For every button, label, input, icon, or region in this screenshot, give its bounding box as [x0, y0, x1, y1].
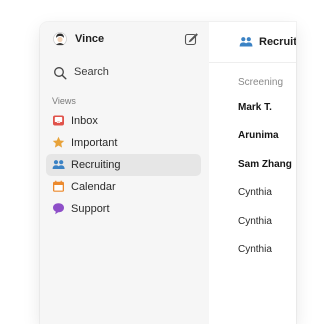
sidebar-item-support[interactable]: Support — [46, 198, 201, 220]
sidebar-item-label: Calendar — [71, 181, 116, 193]
user-row[interactable]: Vince — [40, 22, 209, 58]
sidebar-item-inbox[interactable]: Inbox — [46, 110, 201, 132]
sidebar-item-label: Important — [71, 137, 118, 149]
inbox-icon — [53, 115, 64, 126]
sidebar-item-recruiting[interactable]: Recruiting — [46, 154, 201, 176]
group-label-screening: Screening — [238, 77, 284, 88]
page-title: Recruiting — [259, 36, 296, 48]
search-button[interactable]: Search — [48, 62, 200, 84]
main-header: Recruiting — [209, 22, 296, 62]
conversation-list-pane: Recruiting Screening Mark T. Arunima Sam… — [209, 22, 296, 324]
team-icon — [52, 160, 65, 169]
star-icon — [52, 136, 65, 148]
sidebar-item-calendar[interactable]: Calendar — [46, 176, 201, 198]
sidebar: Vince Search Views Inbox Important Recru… — [40, 22, 209, 324]
sidebar-item-label: Inbox — [71, 115, 98, 127]
calendar-icon — [53, 180, 64, 192]
avatar-icon — [53, 32, 67, 46]
search-icon — [54, 67, 67, 80]
conversation-row[interactable]: Mark T. — [238, 102, 272, 113]
conversation-row[interactable]: Cynthia — [238, 244, 272, 255]
sidebar-item-important[interactable]: Important — [46, 132, 201, 154]
chat-bubble-icon — [53, 203, 64, 215]
conversation-row[interactable]: Cynthia — [238, 216, 272, 227]
search-label: Search — [74, 66, 109, 78]
sidebar-item-label: Support — [71, 203, 110, 215]
conversation-row[interactable]: Arunima — [238, 130, 279, 141]
header-divider — [209, 62, 296, 63]
app-window: Vince Search Views Inbox Important Recru… — [40, 22, 296, 324]
team-icon — [239, 37, 253, 47]
user-name: Vince — [75, 33, 105, 45]
stage: Vince Search Views Inbox Important Recru… — [0, 0, 296, 324]
conversation-row[interactable]: Sam Zhang — [238, 159, 292, 170]
sidebar-item-label: Recruiting — [71, 159, 121, 171]
views-section-title: Views — [52, 96, 76, 106]
compose-icon[interactable] — [184, 32, 198, 46]
conversation-row[interactable]: Cynthia — [238, 187, 272, 198]
